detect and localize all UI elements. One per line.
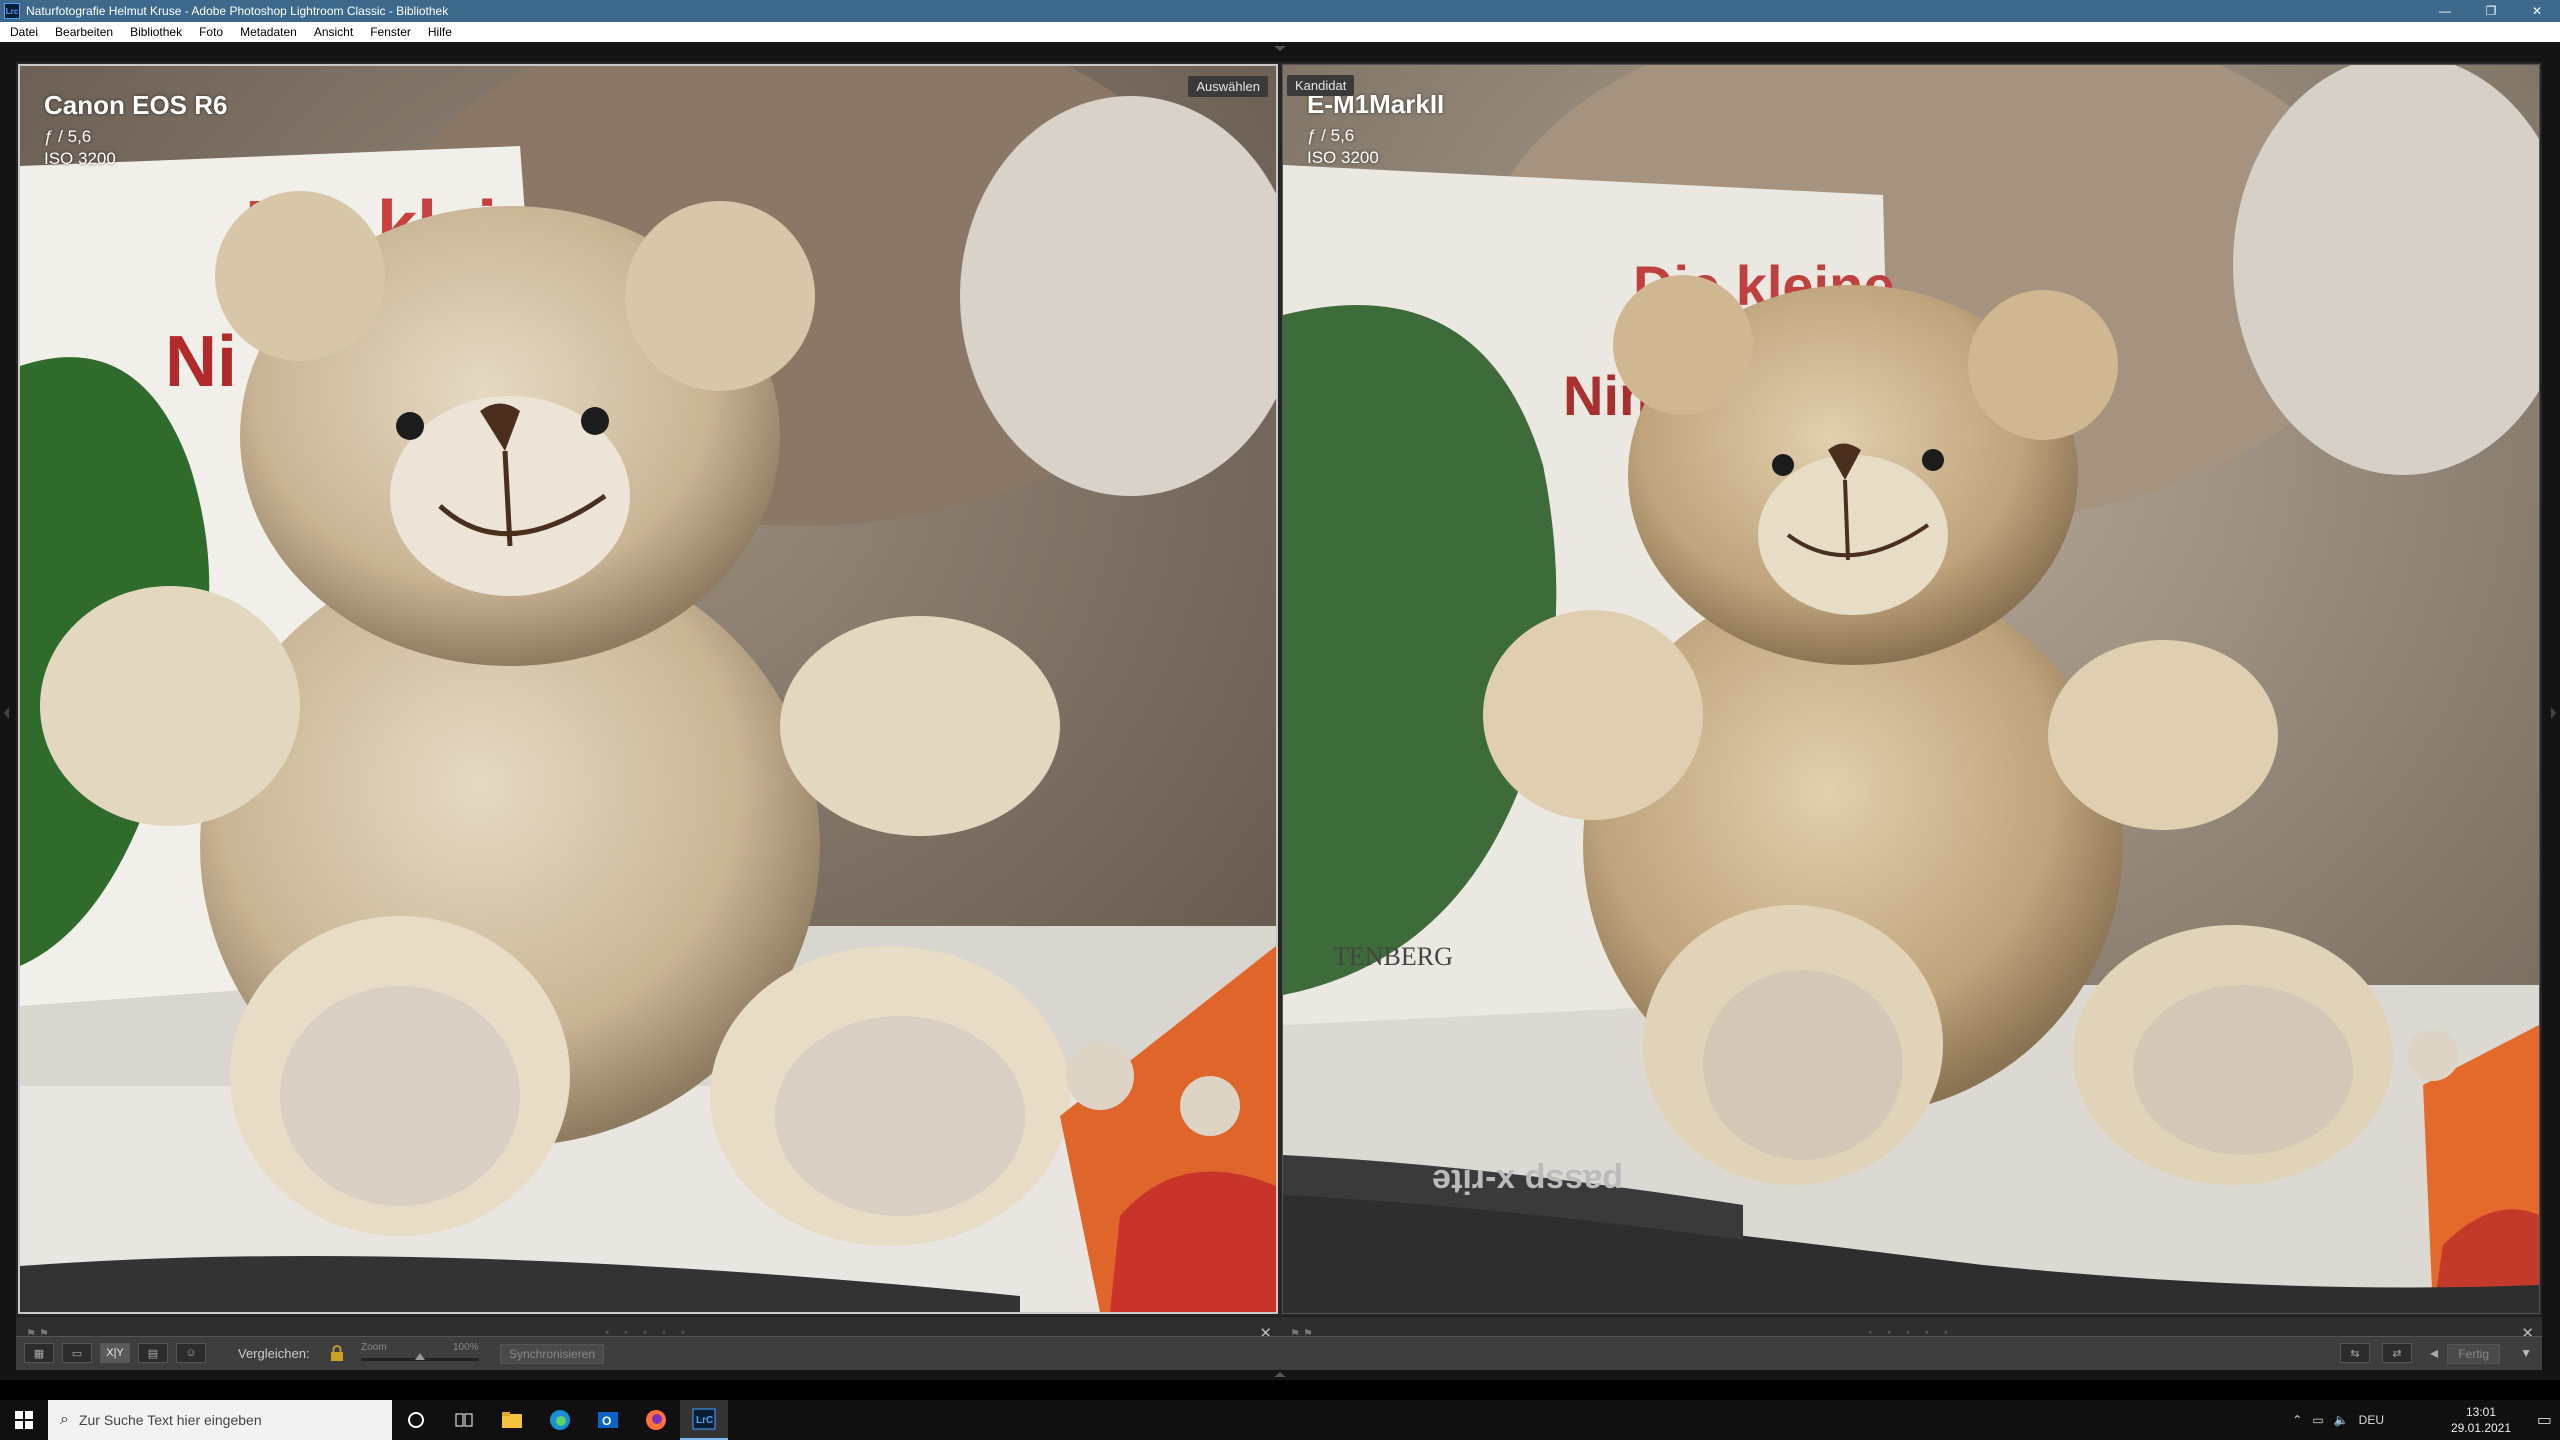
select-photo[interactable]: Die klei Ni Canon EOS R6 ƒ / 5,6 ISO 320… [18,64,1278,1314]
aperture-value: ƒ / 5,6 [44,127,92,146]
menu-ansicht[interactable]: Ansicht [304,25,360,39]
menu-metadaten[interactable]: Metadaten [230,25,304,39]
top-panel-toggle-icon[interactable] [1274,46,1286,51]
menu-bibliothek[interactable]: Bibliothek [120,25,189,39]
firefox-icon[interactable] [632,1400,680,1440]
grid-view-icon[interactable]: ▦ [24,1343,54,1363]
clock-date: 29.01.2021 [2450,1421,2512,1435]
book-publisher-text: TENBERG [1333,942,1453,971]
menu-hilfe[interactable]: Hilfe [418,25,459,39]
system-tray: ⌃ ▭ 🔈 DEU [2292,1400,2384,1440]
clock[interactable]: 13:01 29.01.2021 [2446,1404,2516,1436]
svg-text:O: O [602,1414,611,1428]
zoom-slider-thumb[interactable] [415,1353,425,1360]
compare-workspace: Die klei Ni Canon EOS R6 ƒ / 5,6 ISO 320… [0,42,2560,1380]
minimize-button[interactable]: — [2422,0,2468,22]
candidate-photo[interactable]: Die kleine Nim TENBERG passp x-rite E-M1… [1282,64,2540,1314]
outlook-icon[interactable]: O [584,1400,632,1440]
menu-foto[interactable]: Foto [189,25,230,39]
teddy-photo-olympus: Die kleine Nim TENBERG passp x-rite [1283,65,2539,1313]
candidate-photo-info: E-M1MarkII ƒ / 5,6 ISO 3200 [1307,89,1444,168]
compare-view-icon[interactable]: X|Y [100,1343,130,1363]
windows-taskbar: ⌕ Zur Suche Text hier eingeben O LrC ⌃ ▭… [0,1400,2560,1440]
task-view-icon[interactable] [440,1400,488,1440]
right-panel-toggle-icon[interactable] [2551,707,2556,719]
search-placeholder: Zur Suche Text hier eingeben [78,1412,262,1428]
volume-icon[interactable]: 🔈 [2334,1413,2349,1427]
search-icon: ⌕ [60,1411,69,1428]
select-pane[interactable]: Die klei Ni Canon EOS R6 ƒ / 5,6 ISO 320… [16,62,1280,1352]
network-icon[interactable]: ▭ [2312,1413,2323,1427]
zoom-percent: 100% [453,1342,479,1353]
maximize-button[interactable]: ❐ [2468,0,2514,22]
done-button[interactable]: Fertig [2447,1344,2500,1364]
candidate-badge: Kandidat [1287,75,1355,96]
notification-icon[interactable]: ▭ [2537,1410,2552,1430]
cortana-icon[interactable] [392,1400,440,1440]
candidate-pane[interactable]: Die kleine Nim TENBERG passp x-rite E-M1… [1280,62,2542,1352]
tray-expand-icon[interactable]: ⌃ [2292,1413,2302,1427]
previous-arrow-icon[interactable]: ◂ [2430,1343,2438,1363]
aperture-value: ƒ / 5,6 [1307,126,1355,145]
zoom-label: Zoom [361,1342,387,1353]
close-window-button[interactable]: ✕ [2514,0,2560,22]
select-photo-info: Canon EOS R6 ƒ / 5,6 ISO 3200 [44,90,227,169]
iso-value: ISO 3200 [1307,148,1379,167]
menu-datei[interactable]: Datei [0,25,45,39]
clock-time: 13:01 [2465,1405,2497,1419]
compare-label: Vergleichen: [238,1346,310,1361]
taskbar-search-box[interactable]: ⌕ Zur Suche Text hier eingeben [48,1400,392,1440]
svg-text:LrC: LrC [696,1415,713,1426]
edge-browser-icon[interactable] [536,1400,584,1440]
survey-view-icon[interactable]: ▤ [138,1343,168,1363]
synchronize-button[interactable]: Synchronisieren [500,1344,605,1364]
iso-value: ISO 3200 [44,149,116,168]
people-view-icon[interactable]: ☺ [176,1343,206,1363]
camera-model: Canon EOS R6 [44,90,228,120]
lightroom-taskbar-icon[interactable]: LrC [680,1400,728,1440]
start-button[interactable] [0,1400,48,1440]
menu-bar: Datei Bearbeiten Bibliothek Foto Metadat… [0,22,2560,42]
strap-text: passp x-rite [1432,1162,1623,1200]
loupe-view-icon[interactable]: ▭ [62,1343,92,1363]
language-indicator[interactable]: DEU [2359,1413,2384,1427]
teddy-photo-canon: Die klei Ni [20,66,1276,1312]
file-explorer-icon[interactable] [488,1400,536,1440]
menu-fenster[interactable]: Fenster [360,25,418,39]
windows-logo-icon [15,1411,33,1429]
make-select-icon[interactable]: ⇄ [2382,1343,2412,1363]
window-controls: — ❐ ✕ [2422,0,2560,22]
select-badge: Auswählen [1188,76,1268,97]
menu-bearbeiten[interactable]: Bearbeiten [45,25,120,39]
swap-icon[interactable]: ⇆ [2340,1343,2370,1363]
filmstrip-toggle-icon[interactable] [1274,1372,1286,1377]
window-title: Naturfotografie Helmut Kruse - Adobe Pho… [26,4,449,18]
lightroom-app-icon: Lrc [4,3,20,19]
left-panel-toggle-icon[interactable] [4,707,9,719]
book-subtitle-text: Ni [165,322,237,402]
compare-toolbar: ▦ ▭ X|Y ▤ ☺ Vergleichen: Zoom 100% Synch… [16,1336,2542,1370]
title-bar: Lrc Naturfotografie Helmut Kruse - Adobe… [0,0,2560,22]
lock-icon[interactable] [330,1345,344,1361]
chevron-down-icon[interactable]: ▼ [2520,1346,2532,1360]
